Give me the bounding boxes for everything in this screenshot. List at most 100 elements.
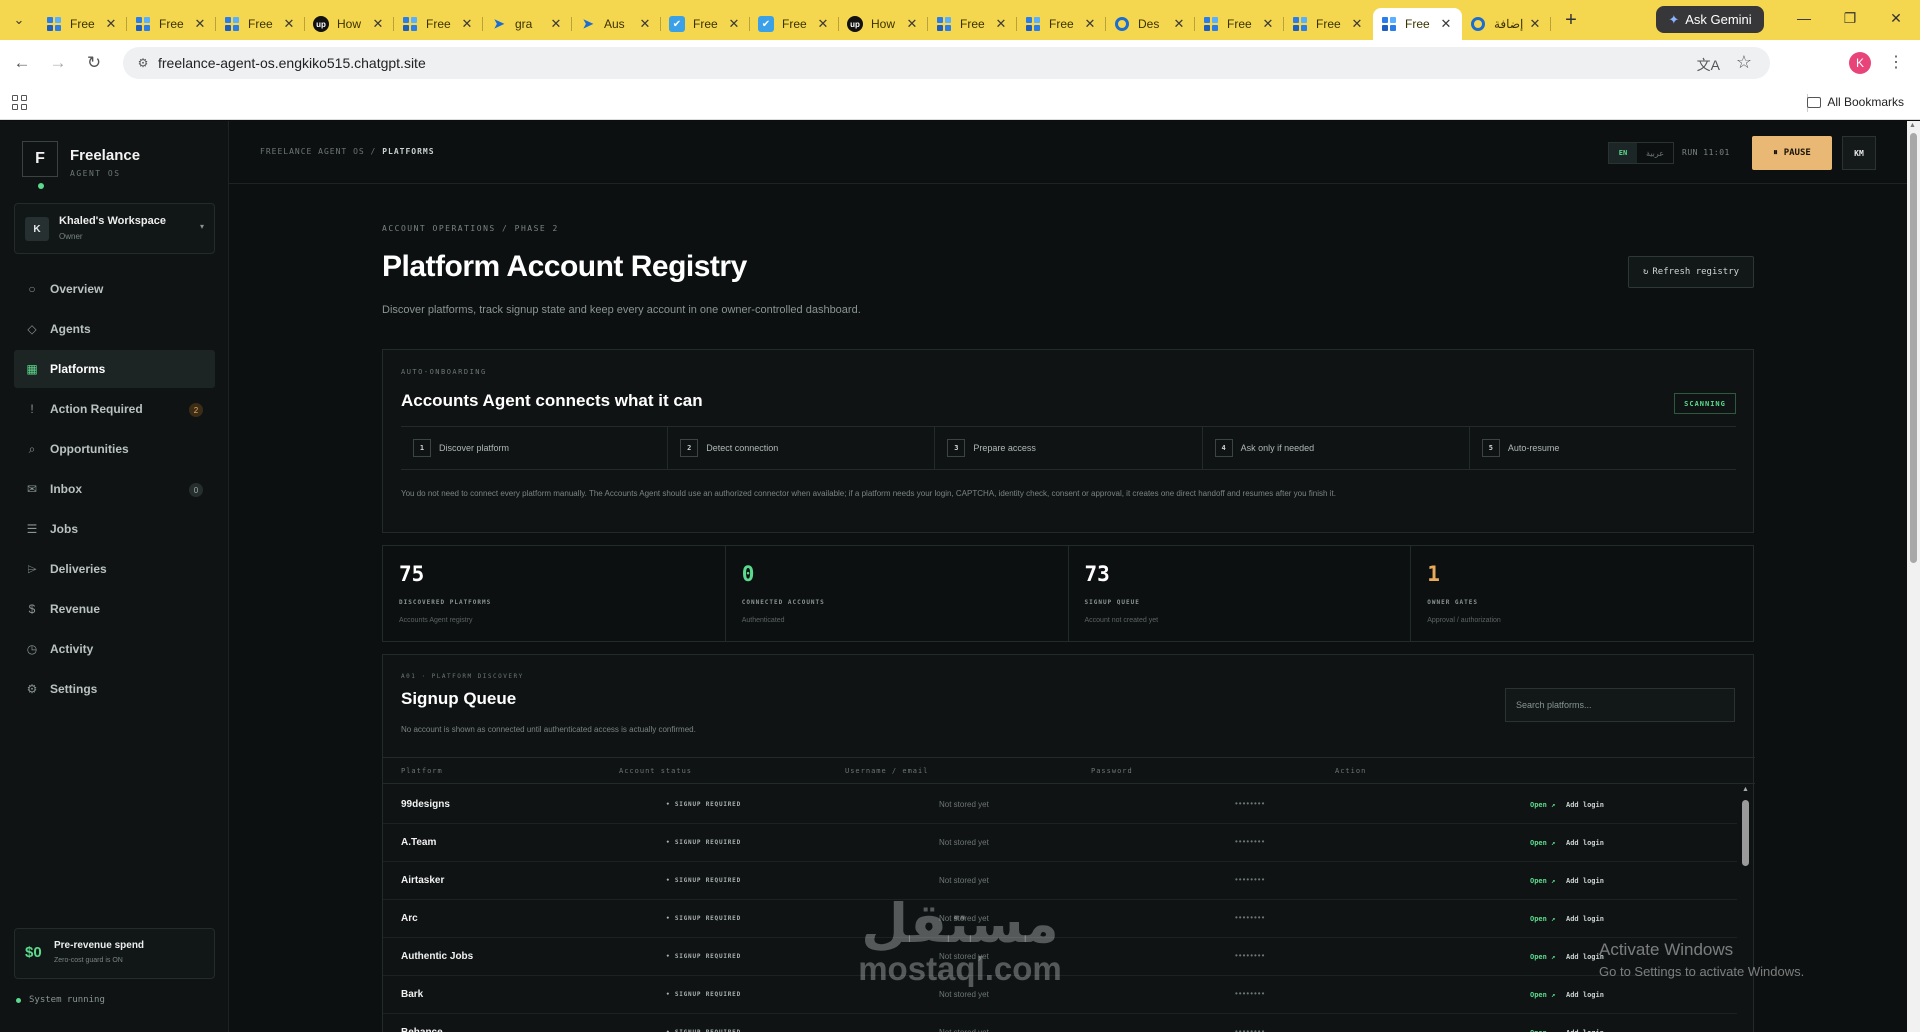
- add-login-button[interactable]: Add login: [1566, 953, 1604, 961]
- ask-gemini-button[interactable]: ✦ Ask Gemini: [1656, 6, 1764, 33]
- open-link[interactable]: Open ↗: [1530, 839, 1555, 847]
- page-eyebrow: ACCOUNT OPERATIONS / PHASE 2: [382, 224, 559, 233]
- browser-tab[interactable]: إضافة ✕: [1462, 8, 1551, 40]
- refresh-registry-button[interactable]: ↻ Refresh registry: [1628, 256, 1754, 288]
- table-scroll-thumb[interactable]: [1742, 800, 1749, 866]
- workspace-switcher[interactable]: K Khaled's Workspace Owner ▾: [14, 203, 215, 254]
- browser-tab[interactable]: ✔ Free ✕: [750, 8, 839, 40]
- browser-tab[interactable]: ✔ Free ✕: [661, 8, 750, 40]
- forward-arrow-icon[interactable]: →: [46, 51, 70, 75]
- tab-close-icon[interactable]: ✕: [904, 16, 920, 32]
- back-arrow-icon[interactable]: ←: [10, 51, 34, 75]
- sidebar-item-opportunities[interactable]: ⌕ Opportunities: [14, 430, 215, 468]
- apps-grid-icon[interactable]: [12, 95, 27, 110]
- tab-close-icon[interactable]: ✕: [192, 16, 208, 32]
- search-platforms-input[interactable]: [1505, 688, 1735, 722]
- grid-favicon-icon: [1203, 16, 1219, 32]
- tab-close-icon[interactable]: ✕: [726, 16, 742, 32]
- sidebar-item-platforms[interactable]: ▦ Platforms: [14, 350, 215, 388]
- search-icon: ⌕: [28, 441, 36, 456]
- browser-tab[interactable]: Free ✕: [1284, 8, 1373, 40]
- tab-close-icon[interactable]: ✕: [1082, 16, 1098, 32]
- tab-close-icon[interactable]: ✕: [103, 16, 119, 32]
- tab-close-icon[interactable]: ✕: [370, 16, 386, 32]
- sidebar-item-inbox[interactable]: ✉ Inbox 0: [14, 470, 215, 508]
- sidebar-item-settings[interactable]: ⚙ Settings: [14, 670, 215, 708]
- tab-close-icon[interactable]: ✕: [1349, 16, 1365, 32]
- bookmark-star-icon[interactable]: ☆: [1736, 52, 1752, 73]
- restore-window-button[interactable]: ❐: [1840, 10, 1860, 27]
- add-login-button[interactable]: Add login: [1566, 801, 1604, 809]
- reload-icon[interactable]: ↻: [82, 51, 106, 75]
- browser-tab[interactable]: up How ✕: [839, 8, 928, 40]
- sidebar-item-activity[interactable]: ◷ Activity: [14, 630, 215, 668]
- open-link[interactable]: Open ↗: [1530, 991, 1555, 999]
- browser-tab[interactable]: ➤ gra ✕: [483, 8, 572, 40]
- tab-search-chevron-icon[interactable]: ⌄: [0, 0, 38, 40]
- stat-value: 73: [1084, 562, 1110, 586]
- tab-title: Free: [70, 17, 95, 31]
- sidebar-item-label: Agents: [50, 322, 91, 336]
- tab-close-icon[interactable]: ✕: [993, 16, 1009, 32]
- site-info-icon[interactable]: ⚙: [128, 56, 158, 70]
- page-scroll-thumb[interactable]: [1910, 133, 1917, 563]
- browser-tab[interactable]: Free ✕: [1017, 8, 1106, 40]
- browser-menu-icon[interactable]: ⋮: [1888, 52, 1904, 72]
- translate-icon[interactable]: 文A: [1697, 55, 1720, 75]
- open-link[interactable]: Open ↗: [1530, 877, 1555, 885]
- tab-close-icon[interactable]: ✕: [1438, 16, 1454, 32]
- sidebar-item-overview[interactable]: ○ Overview: [14, 270, 215, 308]
- tab-close-icon[interactable]: ✕: [459, 16, 475, 32]
- sidebar-item-action-required[interactable]: ! Action Required 2: [14, 390, 215, 428]
- close-window-button[interactable]: ✕: [1886, 10, 1906, 27]
- lang-ar-button[interactable]: عربية: [1637, 143, 1673, 163]
- brand-logo[interactable]: F: [22, 141, 58, 177]
- browser-tab[interactable]: Des ✕: [1106, 8, 1195, 40]
- browser-tab[interactable]: ➤ Aus ✕: [572, 8, 661, 40]
- browser-tab[interactable]: Free ✕: [1373, 8, 1462, 40]
- lang-en-button[interactable]: EN: [1609, 143, 1637, 163]
- sidebar-item-deliveries[interactable]: ⌲ Deliveries: [14, 550, 215, 588]
- tab-close-icon[interactable]: ✕: [1260, 16, 1276, 32]
- page-scrollbar[interactable]: ▲: [1907, 121, 1920, 1032]
- browser-tab[interactable]: up How ✕: [305, 8, 394, 40]
- user-avatar[interactable]: KM: [1842, 136, 1876, 170]
- table-scrollbar[interactable]: ▲: [1739, 786, 1751, 1032]
- browser-tab[interactable]: Free ✕: [394, 8, 483, 40]
- add-login-button[interactable]: Add login: [1566, 877, 1604, 885]
- page-scroll-up-arrow-icon[interactable]: ▲: [1909, 122, 1916, 129]
- add-login-button[interactable]: Add login: [1566, 991, 1604, 999]
- profile-avatar[interactable]: K: [1849, 52, 1871, 74]
- browser-tab[interactable]: Free ✕: [1195, 8, 1284, 40]
- sidebar-item-jobs[interactable]: ☰ Jobs: [14, 510, 215, 548]
- tab-close-icon[interactable]: ✕: [548, 16, 564, 32]
- browser-tab[interactable]: Free ✕: [928, 8, 1017, 40]
- open-link[interactable]: Open ↗: [1530, 953, 1555, 961]
- column-header-platform: Platform: [401, 767, 443, 775]
- breadcrumb-root[interactable]: FREELANCE AGENT OS: [260, 147, 365, 156]
- sidebar-item-revenue[interactable]: $ Revenue: [14, 590, 215, 628]
- browser-tab[interactable]: Free ✕: [127, 8, 216, 40]
- minimize-window-button[interactable]: —: [1794, 10, 1814, 26]
- scroll-up-arrow-icon[interactable]: ▲: [1742, 786, 1749, 793]
- open-link[interactable]: Open ↗: [1530, 801, 1555, 809]
- tab-close-icon[interactable]: ✕: [1527, 16, 1543, 32]
- address-bar[interactable]: ⚙ freelance-agent-os.engkiko515.chatgpt.…: [123, 47, 1770, 79]
- all-bookmarks-button[interactable]: All Bookmarks: [1807, 95, 1904, 109]
- folder-icon: [1807, 96, 1822, 108]
- browser-tab[interactable]: Free ✕: [38, 8, 127, 40]
- pause-button[interactable]: ⏸ PAUSE: [1752, 136, 1832, 170]
- stats-strip: 75 DISCOVERED PLATFORMS Accounts Agent reg…: [382, 545, 1754, 642]
- open-link[interactable]: Open ↗: [1530, 915, 1555, 923]
- tab-close-icon[interactable]: ✕: [1171, 16, 1187, 32]
- tab-close-icon[interactable]: ✕: [637, 16, 653, 32]
- tab-close-icon[interactable]: ✕: [281, 16, 297, 32]
- add-login-button[interactable]: Add login: [1566, 839, 1604, 847]
- browser-tab[interactable]: Free ✕: [216, 8, 305, 40]
- stat-card: 75 DISCOVERED PLATFORMS Accounts Agent reg…: [383, 546, 726, 641]
- sidebar-item-agents[interactable]: ◇ Agents: [14, 310, 215, 348]
- add-login-button[interactable]: Add login: [1566, 915, 1604, 923]
- new-tab-button[interactable]: +: [1555, 9, 1587, 32]
- tab-close-icon[interactable]: ✕: [815, 16, 831, 32]
- url-text[interactable]: freelance-agent-os.engkiko515.chatgpt.si…: [158, 55, 426, 71]
